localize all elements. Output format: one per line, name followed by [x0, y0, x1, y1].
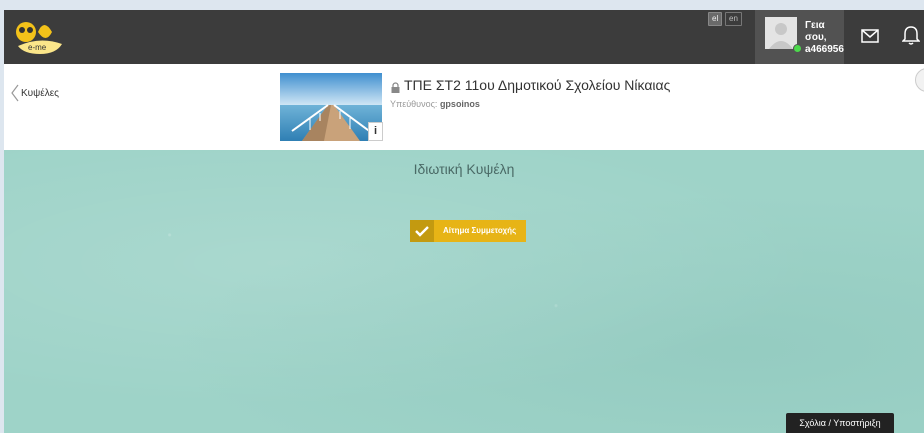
pier-image — [280, 73, 382, 141]
bell-icon[interactable] — [902, 25, 920, 45]
chevron-left-icon[interactable] — [10, 84, 20, 102]
hive-info-button[interactable]: i — [368, 122, 383, 141]
side-panel-toggle[interactable] — [915, 68, 924, 92]
check-icon — [410, 220, 434, 242]
online-status-dot — [793, 44, 802, 53]
feedback-support-button[interactable]: Σχόλια / Υποστήριξη — [786, 413, 894, 433]
private-hive-title: Ιδιωτική Κυψέλη — [413, 161, 515, 177]
avatar — [765, 17, 797, 49]
mail-icon[interactable] — [861, 28, 879, 44]
user-greeting: Γεια σου, a466956 — [805, 20, 845, 56]
hive-title: ΤΠΕ ΣΤ2 11ου Δημοτικού Σχολείου Νίκαιας — [404, 77, 671, 93]
owner-label: Υπεύθυνος: — [390, 99, 438, 109]
hive-content-area: Ιδιωτική Κυψέλη Αίτημα Συμμετοχής Σχόλια… — [4, 150, 924, 433]
back-to-hives-link[interactable]: Κυψέλες — [21, 88, 59, 99]
lang-en[interactable]: en — [725, 12, 742, 26]
join-request-button[interactable]: Αίτημα Συμμετοχής — [410, 220, 526, 242]
app-frame: e-me el en Γεια σου, a466956 Κυψέλες i Τ… — [4, 10, 924, 433]
hive-header: Κυψέλες i ΤΠΕ ΣΤ2 11ου Δημοτικού Σχολείο… — [4, 64, 924, 150]
avatar-placeholder-icon — [769, 23, 793, 49]
lang-el[interactable]: el — [708, 12, 723, 26]
top-bar: e-me el en Γεια σου, a466956 — [4, 10, 924, 64]
lock-icon — [391, 82, 400, 93]
hive-cover-image — [280, 73, 382, 141]
hive-owner: Υπεύθυνος: gpsoinos — [390, 99, 480, 109]
user-menu[interactable]: Γεια σου, a466956 — [755, 10, 844, 64]
greeting-text: Γεια σου, — [805, 20, 827, 43]
svg-text:e-me: e-me — [28, 43, 47, 52]
e-me-logo[interactable]: e-me — [4, 10, 76, 64]
join-request-label: Αίτημα Συμμετοχής — [443, 226, 517, 235]
owner-name[interactable]: gpsoinos — [440, 99, 480, 109]
username: a466956 — [805, 44, 844, 55]
